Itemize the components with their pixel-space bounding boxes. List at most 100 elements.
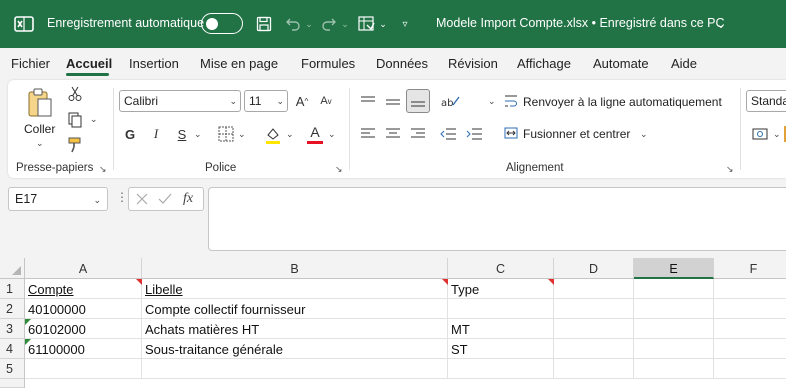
cell-a1[interactable]: Compte: [25, 279, 142, 299]
cell-b5[interactable]: [142, 359, 448, 379]
cell-c4[interactable]: ST: [448, 339, 554, 359]
cell-e5[interactable]: [634, 359, 714, 379]
cell-d5[interactable]: [554, 359, 634, 379]
cell-c1[interactable]: Type: [448, 279, 554, 299]
font-name-select[interactable]: Calibri ⌄: [119, 90, 241, 112]
cell-d4[interactable]: [554, 339, 634, 359]
tab-automate[interactable]: Automate: [593, 56, 649, 71]
cell-e4[interactable]: [634, 339, 714, 359]
cell-e2[interactable]: [634, 299, 714, 319]
column-header-d[interactable]: D: [554, 258, 634, 279]
cell-f2[interactable]: [714, 299, 786, 319]
cell-f4[interactable]: [714, 339, 786, 359]
redo-icon[interactable]: [318, 13, 340, 35]
increase-font-icon[interactable]: A ^: [292, 90, 312, 112]
orientation-icon[interactable]: ab: [438, 90, 462, 112]
tab-formules[interactable]: Formules: [301, 56, 355, 71]
cell-d3[interactable]: [554, 319, 634, 339]
number-format-select[interactable]: Standa: [746, 90, 786, 112]
row-header-2[interactable]: 2: [0, 299, 25, 319]
decrease-indent-icon[interactable]: [438, 124, 458, 144]
cell-b4[interactable]: Sous-traitance générale: [142, 339, 448, 359]
align-top-icon[interactable]: [358, 92, 378, 112]
tab-aide[interactable]: Aide: [671, 56, 697, 71]
formula-input[interactable]: [208, 187, 786, 251]
tab-insertion[interactable]: Insertion: [129, 56, 179, 71]
cell-b1[interactable]: Libelle: [142, 279, 448, 299]
font-color-dropdown-icon[interactable]: ⌄: [328, 129, 336, 140]
accounting-dropdown-icon[interactable]: ⌄: [773, 129, 781, 140]
column-header-e[interactable]: E: [634, 258, 714, 279]
copy-dropdown-icon[interactable]: ⌄: [90, 114, 98, 125]
autosave-toggle[interactable]: [201, 13, 243, 34]
redo-dropdown-icon[interactable]: ⌄: [340, 13, 350, 35]
increase-indent-icon[interactable]: [464, 124, 484, 144]
name-box[interactable]: E17 ⌄: [8, 187, 108, 211]
column-header-f[interactable]: F: [714, 258, 786, 279]
align-center-icon[interactable]: [383, 124, 403, 144]
align-middle-icon[interactable]: [383, 92, 403, 112]
tab-fichier[interactable]: Fichier: [11, 56, 50, 71]
orientation-dropdown-icon[interactable]: ⌄: [488, 96, 496, 107]
cell-b2[interactable]: Compte collectif fournisseur: [142, 299, 448, 319]
clipboard-launcher-icon[interactable]: ↘: [99, 164, 107, 175]
paste-dropdown-icon[interactable]: ⌄: [36, 138, 44, 149]
cell-c5[interactable]: [448, 359, 554, 379]
fill-color-dropdown-icon[interactable]: ⌄: [286, 129, 294, 140]
copy-icon[interactable]: [64, 110, 86, 130]
undo-icon[interactable]: [282, 13, 304, 35]
select-all-corner[interactable]: [0, 258, 25, 279]
save-icon[interactable]: [254, 13, 274, 35]
cell-b3[interactable]: Achats matières HT: [142, 319, 448, 339]
form-icon[interactable]: [356, 13, 378, 35]
cell-a4[interactable]: 61100000: [25, 339, 142, 359]
fill-color-icon[interactable]: [262, 124, 284, 146]
wrap-text-button[interactable]: Renvoyer à la ligne automatiquement: [523, 95, 722, 109]
cell-c2[interactable]: [448, 299, 554, 319]
font-color-icon[interactable]: A: [304, 122, 326, 146]
align-left-icon[interactable]: [358, 124, 378, 144]
cell-a3[interactable]: 60102000: [25, 319, 142, 339]
column-header-a[interactable]: A: [25, 258, 142, 279]
font-launcher-icon[interactable]: ↘: [335, 164, 343, 175]
cell-e3[interactable]: [634, 319, 714, 339]
merge-center-button[interactable]: Fusionner et centrer: [523, 127, 630, 141]
underline-button[interactable]: S: [174, 124, 190, 144]
cell-a5[interactable]: [25, 359, 142, 379]
merge-dropdown-icon[interactable]: ⌄: [640, 129, 648, 140]
font-size-select[interactable]: 11 ⌄: [244, 90, 288, 112]
cell-f5[interactable]: [714, 359, 786, 379]
insert-function-button[interactable]: fx: [183, 191, 193, 207]
file-name[interactable]: Modele Import Compte.xlsx • Enregistré d…: [436, 16, 725, 30]
alignment-launcher-icon[interactable]: ↘: [726, 164, 734, 175]
accounting-format-icon[interactable]: [750, 124, 770, 144]
cell-e1[interactable]: [634, 279, 714, 299]
customize-qat-icon[interactable]: ▿: [398, 13, 412, 35]
filename-chevron-icon[interactable]: ⌄: [714, 13, 728, 35]
tab-donnees[interactable]: Données: [376, 56, 428, 71]
borders-icon[interactable]: [216, 124, 236, 144]
tab-revision[interactable]: Révision: [448, 56, 498, 71]
row-header-4[interactable]: 4: [0, 339, 25, 359]
enter-icon[interactable]: [158, 193, 172, 205]
wrap-text-icon[interactable]: [503, 92, 519, 110]
row-header-3[interactable]: 3: [0, 319, 25, 339]
row-header-5[interactable]: 5: [0, 359, 25, 379]
cell-f1[interactable]: [714, 279, 786, 299]
merge-center-icon[interactable]: [503, 124, 519, 142]
decrease-font-icon[interactable]: Av: [316, 90, 336, 112]
borders-dropdown-icon[interactable]: ⌄: [238, 129, 246, 140]
form-dropdown-icon[interactable]: ⌄: [378, 13, 388, 35]
cell-d1[interactable]: [554, 279, 634, 299]
align-bottom-icon[interactable]: [406, 89, 430, 113]
column-header-b[interactable]: B: [142, 258, 448, 279]
row-header-1[interactable]: 1: [0, 279, 25, 299]
cell-a2[interactable]: 40100000: [25, 299, 142, 319]
tab-mise-en-page[interactable]: Mise en page: [200, 56, 278, 71]
underline-dropdown-icon[interactable]: ⌄: [194, 129, 202, 140]
cell-d2[interactable]: [554, 299, 634, 319]
tab-affichage[interactable]: Affichage: [517, 56, 571, 71]
cancel-icon[interactable]: [136, 193, 148, 205]
more-options-icon[interactable]: ⋮: [116, 190, 128, 204]
undo-dropdown-icon[interactable]: ⌄: [304, 13, 314, 35]
